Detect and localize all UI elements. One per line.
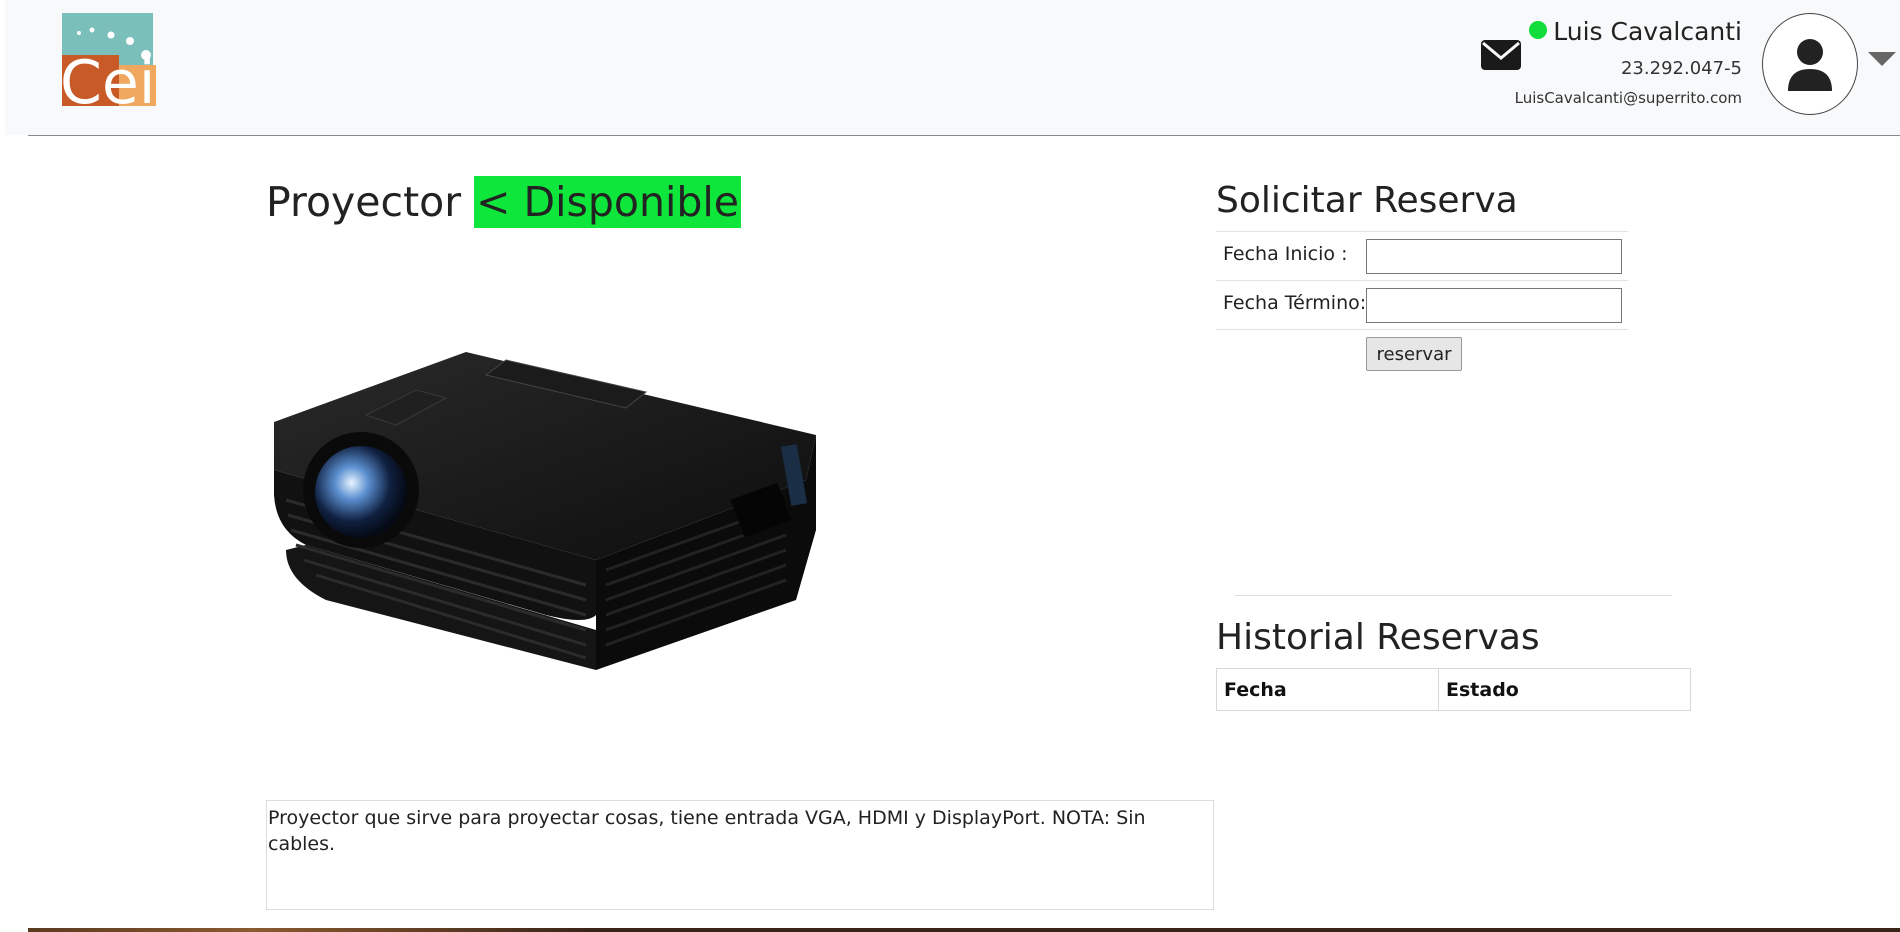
product-name: Proyector: [266, 178, 462, 226]
start-date-label: Fecha Inicio :: [1223, 243, 1348, 265]
logo-text: Cei: [62, 48, 155, 106]
page-title: Proyector < Disponible: [266, 174, 741, 230]
reserve-button[interactable]: reservar: [1366, 337, 1462, 371]
status-badge: < Disponible: [474, 176, 741, 228]
avatar[interactable]: [1762, 13, 1858, 115]
user-info: Luis Cavalcanti 23.292.047-5 LuisCavalca…: [1515, 14, 1742, 108]
footer-bar: [28, 928, 1900, 932]
online-status-icon: [1529, 21, 1548, 39]
navbar-divider: [28, 135, 1900, 136]
caret-down-icon[interactable]: [1868, 52, 1896, 66]
user-rut: 23.292.047-5: [1620, 58, 1742, 79]
start-date-row: Fecha Inicio :: [1216, 232, 1628, 281]
history-title: Historial Reservas: [1216, 617, 1540, 658]
projector-image: [274, 352, 816, 670]
user-email: LuisCavalcanti@superrito.com: [1514, 89, 1742, 107]
history-header-fecha: Fecha: [1217, 669, 1439, 710]
end-date-input[interactable]: [1366, 288, 1622, 323]
history-header-estado: Estado: [1446, 679, 1519, 701]
end-date-row: Fecha Término:: [1216, 281, 1628, 330]
end-date-label: Fecha Término:: [1223, 292, 1367, 314]
product-description: Proyector que sirve para proyectar cosas…: [266, 800, 1214, 910]
reservation-form: Fecha Inicio : Fecha Término:: [1216, 231, 1628, 330]
start-date-input[interactable]: [1366, 239, 1622, 274]
section-divider: [1235, 595, 1672, 596]
history-table: Fecha Estado: [1216, 668, 1691, 711]
reservation-title: Solicitar Reserva: [1216, 180, 1518, 221]
cei-logo[interactable]: Cei: [62, 13, 158, 106]
user-icon: [1788, 39, 1832, 91]
user-name: Luis Cavalcanti: [1553, 17, 1742, 46]
user-name-row: Luis Cavalcanti: [1515, 14, 1742, 50]
